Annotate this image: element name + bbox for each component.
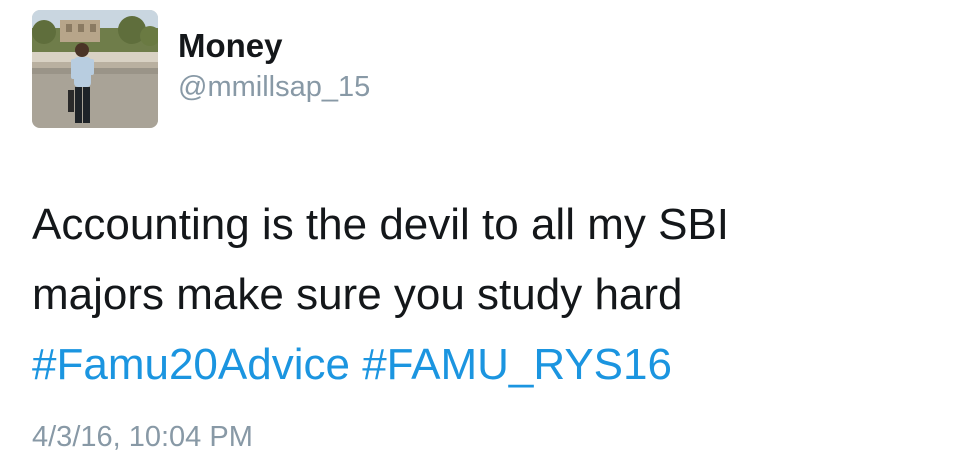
tweet-text: Accounting is the devil to all my SBI ma…	[32, 190, 952, 400]
hashtag-link[interactable]: #FAMU_RYS16	[362, 340, 672, 389]
display-name[interactable]: Money	[178, 26, 283, 66]
avatar[interactable]	[32, 10, 158, 128]
user-handle[interactable]: @mmillsap_15	[178, 69, 370, 105]
tweet-timestamp[interactable]: 4/3/16, 10:04 PM	[32, 419, 253, 455]
tweet-text-line: Accounting is the devil to all my SBI	[32, 200, 729, 249]
avatar-photo	[32, 10, 158, 128]
tweet-card: Money @mmillsap_15 Accounting is the dev…	[0, 0, 980, 476]
hashtag-line: #Famu20Advice #FAMU_RYS16	[32, 330, 952, 400]
tweet-text-line: majors make sure you study hard	[32, 270, 683, 319]
hashtag-link[interactable]: #Famu20Advice	[32, 340, 350, 389]
